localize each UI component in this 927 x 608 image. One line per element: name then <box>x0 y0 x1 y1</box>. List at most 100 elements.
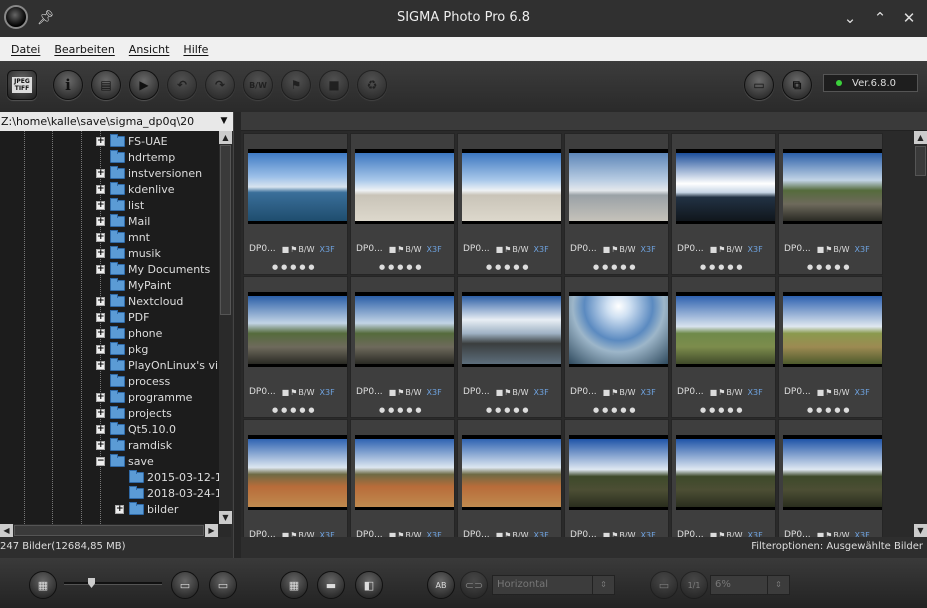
bw-badge[interactable]: B/W <box>726 388 742 397</box>
bw-badge[interactable]: B/W <box>512 245 528 254</box>
thumbnail-image[interactable] <box>569 292 668 367</box>
bw-badge[interactable]: B/W <box>833 531 849 538</box>
flag-button[interactable]: ⚑ <box>281 70 311 100</box>
bw-badge[interactable]: B/W <box>298 388 314 397</box>
flag-icon[interactable]: ⚑ <box>397 388 404 397</box>
minimize-button[interactable]: ⌄ <box>840 8 860 28</box>
thumbnail-cell[interactable]: DP0...■⚑B/WX3F●●●●● <box>671 276 776 418</box>
folder-tree[interactable]: + FS-UAE hdrtemp + instversionen + kdenlive + li… <box>0 131 219 524</box>
orientation-select[interactable]: Horizontal ⇕ <box>492 575 615 595</box>
lock-icon[interactable]: ■ <box>282 388 290 397</box>
link-button[interactable]: ⊂⊃ <box>460 571 488 599</box>
thumbnail-image[interactable] <box>248 292 347 367</box>
tree-item[interactable]: + mnt <box>96 229 150 245</box>
lock-icon[interactable]: ■ <box>282 531 290 538</box>
flag-icon[interactable]: ⚑ <box>825 245 832 254</box>
bw-button[interactable]: B/W <box>243 70 273 100</box>
expand-icon[interactable]: + <box>96 408 105 418</box>
tree-item[interactable]: + PDF <box>96 309 149 325</box>
expand-icon[interactable]: + <box>96 296 105 306</box>
bw-badge[interactable]: B/W <box>833 388 849 397</box>
lock-icon[interactable]: ■ <box>389 388 397 397</box>
hscroll-thumb[interactable] <box>14 525 204 536</box>
bw-badge[interactable]: B/W <box>512 388 528 397</box>
lock-icon[interactable]: ■ <box>817 388 825 397</box>
tree-item[interactable]: + pkg <box>96 341 148 357</box>
flag-icon[interactable]: ⚑ <box>611 531 618 538</box>
fit-button[interactable]: ▭ <box>650 571 678 599</box>
flag-icon[interactable]: ⚑ <box>718 531 725 538</box>
flag-icon[interactable]: ⚑ <box>290 245 297 254</box>
tree-item[interactable]: + bilder <box>115 501 178 517</box>
bw-badge[interactable]: B/W <box>298 245 314 254</box>
expand-icon[interactable]: + <box>96 232 105 242</box>
split-view-button[interactable]: ◧ <box>355 571 383 599</box>
expand-icon[interactable]: + <box>96 328 105 338</box>
expand-icon[interactable]: + <box>96 184 105 194</box>
maximize-button[interactable]: ⌃ <box>870 8 890 28</box>
thumbnail-image[interactable] <box>569 435 668 510</box>
thumbnail-image[interactable] <box>248 435 347 510</box>
rating-dots[interactable]: ●●●●● <box>593 263 639 271</box>
rating-dots[interactable]: ●●●●● <box>807 263 853 271</box>
tree-item[interactable]: + My Documents <box>96 261 210 277</box>
bw-badge[interactable]: B/W <box>298 531 314 538</box>
filmstrip-view-button[interactable]: ▬ <box>317 571 345 599</box>
expand-icon[interactable]: + <box>96 200 105 210</box>
rating-dots[interactable]: ●●●●● <box>700 263 746 271</box>
tree-item[interactable]: + list <box>96 197 144 213</box>
list-view-button[interactable]: ▭ <box>209 571 237 599</box>
scroll-thumb[interactable] <box>220 145 231 315</box>
expand-icon[interactable]: + <box>96 312 105 322</box>
flag-icon[interactable]: ⚑ <box>397 531 404 538</box>
thumbnail-cell[interactable]: DP0...■⚑B/WX3F●●●●● <box>243 133 348 275</box>
flag-icon[interactable]: ⚑ <box>290 388 297 397</box>
bw-badge[interactable]: B/W <box>726 531 742 538</box>
thumbnail-cell[interactable]: DP0...■⚑B/WX3F●●●●● <box>457 133 562 275</box>
tree-item[interactable]: + PlayOnLinux's virt <box>96 357 219 373</box>
thumbnail-cell[interactable]: DP0...■⚑B/WX3F●●●●● <box>778 133 883 275</box>
expand-icon[interactable]: + <box>96 136 105 146</box>
thumbnail-cell[interactable]: DP0...■⚑B/WX3F●●●●● <box>778 276 883 418</box>
thumbnail-image[interactable] <box>462 149 561 224</box>
lock-icon[interactable]: ■ <box>496 245 504 254</box>
bw-badge[interactable]: B/W <box>619 388 635 397</box>
lock-icon[interactable]: ■ <box>603 531 611 538</box>
bw-badge[interactable]: B/W <box>405 388 421 397</box>
tree-item[interactable]: + programme <box>96 389 192 405</box>
tree-item[interactable]: + Nextcloud <box>96 293 183 309</box>
tree-item[interactable]: + projects <box>96 405 172 421</box>
thumbnail-image[interactable] <box>676 292 775 367</box>
thumbnail-grid[interactable]: DP0... ■ ⚑ B/W X3F ●●●●● DP0... ■ ⚑ B/W X3F ●●●●● DP… <box>241 131 914 537</box>
thumbnail-cell[interactable]: DP0...■⚑B/WX3F●●●●● <box>564 419 669 537</box>
close-button[interactable]: ✕ <box>899 8 919 28</box>
tree-item[interactable]: + kdenlive <box>96 181 174 197</box>
bw-badge[interactable]: B/W <box>619 531 635 538</box>
thumbnail-image[interactable] <box>355 149 454 224</box>
delete-button[interactable]: ♻ <box>357 70 387 100</box>
scroll-right-icon[interactable]: ▶ <box>205 524 218 537</box>
lock-icon[interactable]: ■ <box>710 388 718 397</box>
tree-item[interactable]: − save <box>96 453 154 469</box>
tree-item[interactable]: + Qt5.10.0 <box>96 421 176 437</box>
tree-item[interactable]: hdrtemp <box>96 149 175 165</box>
rating-dots[interactable]: ●●●●● <box>700 406 746 414</box>
slider-handle[interactable] <box>88 578 95 588</box>
tree-hscrollbar[interactable]: ◀ ▶ <box>0 524 231 537</box>
thumbnail-cell[interactable]: DP0...■⚑B/WX3F●●●●● <box>243 419 348 537</box>
rating-dots[interactable]: ●●●●● <box>807 406 853 414</box>
rotate-right-button[interactable]: ↷ <box>205 70 235 100</box>
flag-icon[interactable]: ⚑ <box>504 531 511 538</box>
scroll-thumb[interactable] <box>915 146 926 176</box>
menu-ansicht[interactable]: Ansicht <box>122 43 177 56</box>
bw-badge[interactable]: B/W <box>405 531 421 538</box>
compare-ab-button[interactable]: AB <box>427 571 455 599</box>
tree-item[interactable]: MyPaint <box>96 277 171 293</box>
expand-icon[interactable]: + <box>96 392 105 402</box>
tree-item[interactable]: + ramdisk <box>96 437 172 453</box>
flag-icon[interactable]: ⚑ <box>611 388 618 397</box>
thumbnail-image[interactable] <box>783 149 882 224</box>
scroll-up-icon[interactable]: ▲ <box>219 131 232 144</box>
thumbnail-cell[interactable]: DP0...■⚑B/WX3F●●●●● <box>457 419 562 537</box>
thumbnail-cell[interactable]: DP0...■⚑B/WX3F●●●●● <box>350 419 455 537</box>
